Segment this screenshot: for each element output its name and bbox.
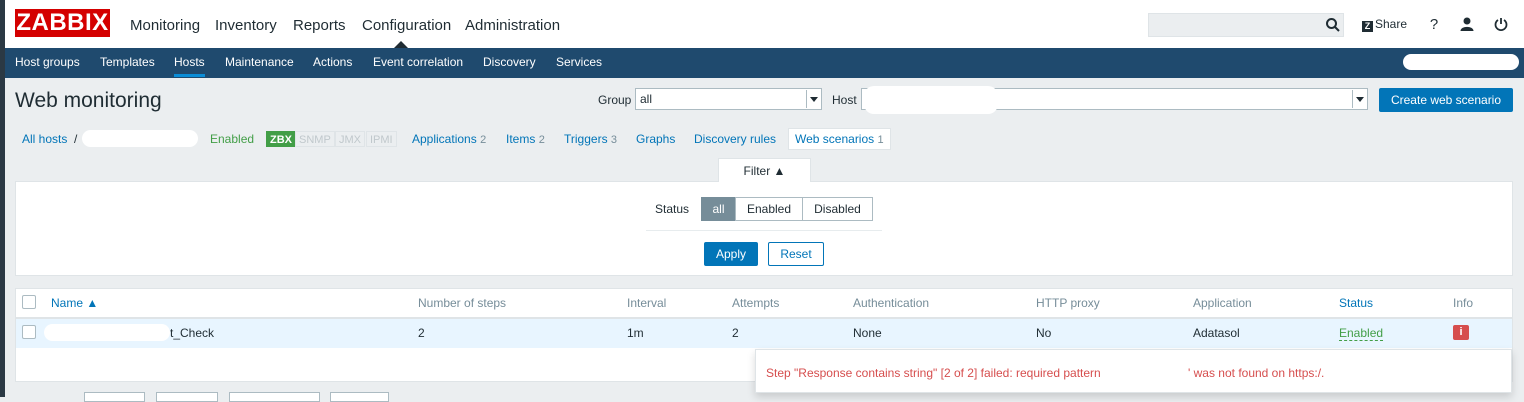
menu-inventory[interactable]: Inventory (215, 17, 277, 34)
scenario-name-link[interactable]: t_Check (170, 326, 214, 340)
select-divider (806, 90, 807, 108)
error-tooltip-text-end: ' was not found on https:/. (1188, 366, 1325, 380)
link-applications[interactable]: Applications 2 (412, 132, 486, 146)
host-label: Host (832, 93, 857, 107)
zabbix-logo[interactable]: ZABBIX (15, 9, 110, 37)
column-header-interval: Interval (627, 296, 667, 310)
submenu-templates[interactable]: Templates (100, 55, 155, 69)
table-row (16, 319, 1512, 348)
status-option-disabled[interactable]: Disabled (802, 197, 873, 221)
cell-steps: 2 (418, 326, 425, 340)
search-icon[interactable] (1325, 17, 1341, 33)
chevron-down-icon (810, 97, 818, 102)
page-title: Web monitoring (15, 89, 162, 112)
breadcrumb-separator: / (74, 132, 78, 146)
share-button[interactable]: Z Share (1362, 17, 1407, 32)
error-tooltip-text: Step "Response contains string" [2 of 2]… (766, 366, 1101, 380)
submenu-hosts[interactable]: Hosts (174, 55, 205, 69)
sub-navigation-bar: Host groups Templates Hosts Maintenance … (5, 48, 1524, 78)
bulk-action-button[interactable] (330, 392, 389, 402)
web-scenarios-label: Web scenarios (795, 132, 875, 146)
column-header-authentication: Authentication (853, 296, 930, 310)
row-checkbox[interactable] (22, 325, 36, 339)
cell-http-proxy: No (1036, 326, 1052, 340)
bulk-action-button[interactable] (229, 392, 320, 402)
help-icon[interactable]: ? (1426, 16, 1442, 33)
chevron-down-icon (1356, 97, 1364, 102)
menu-reports[interactable]: Reports (293, 17, 346, 34)
submenu-host-groups[interactable]: Host groups (15, 55, 80, 69)
select-all-checkbox[interactable] (22, 295, 36, 309)
group-select-value: all (640, 92, 653, 106)
select-divider (1352, 90, 1353, 108)
cell-application: Adatasol (1193, 326, 1240, 340)
redacted-host-name (864, 86, 998, 114)
badge-jmx: JMX (335, 131, 365, 147)
triggers-count: 3 (610, 134, 618, 146)
filter-panel (15, 181, 1513, 276)
submenu-discovery[interactable]: Discovery (483, 55, 536, 69)
badge-zbx: ZBX (266, 131, 296, 147)
status-option-all[interactable]: all (701, 197, 736, 221)
column-header-status[interactable]: Status (1339, 296, 1373, 310)
link-discovery-rules[interactable]: Discovery rules (694, 132, 776, 146)
apply-button[interactable]: Apply (704, 242, 758, 266)
global-search-input[interactable] (1148, 13, 1344, 37)
bulk-action-button[interactable] (156, 392, 218, 402)
cell-authentication: None (853, 326, 882, 340)
submenu-services[interactable]: Services (556, 55, 602, 69)
user-icon[interactable] (1459, 16, 1475, 32)
active-submenu-indicator (174, 74, 205, 77)
column-header-name[interactable]: Name ▲ (51, 296, 98, 310)
triggers-label: Triggers (564, 132, 608, 146)
column-header-info: Info (1453, 296, 1474, 310)
tab-web-scenarios[interactable]: Web scenarios 1 (788, 128, 891, 150)
breadcrumb-all-hosts[interactable]: All hosts (22, 132, 67, 146)
filter-divider (646, 230, 882, 231)
link-items[interactable]: Items 2 (506, 132, 545, 146)
web-scenarios-count: 1 (877, 134, 884, 146)
redacted-scenario-name (44, 324, 170, 341)
submenu-maintenance[interactable]: Maintenance (225, 55, 294, 69)
submenu-event-correlation[interactable]: Event correlation (373, 55, 463, 69)
cell-status-enabled[interactable]: Enabled (1339, 326, 1384, 341)
filter-status-label: Status (655, 202, 690, 216)
share-logo-icon: Z (1362, 21, 1373, 32)
host-status-enabled[interactable]: Enabled (210, 132, 254, 146)
group-select[interactable]: all (635, 88, 822, 110)
active-menu-indicator (394, 41, 408, 48)
link-graphs[interactable]: Graphs (636, 132, 675, 146)
submenu-search-input[interactable] (1403, 54, 1519, 70)
group-label: Group (598, 93, 632, 107)
redacted-host-breadcrumb (82, 130, 198, 147)
power-icon[interactable] (1493, 16, 1509, 32)
column-header-steps: Number of steps (418, 296, 507, 310)
column-header-attempts: Attempts (732, 296, 780, 310)
create-web-scenario-button[interactable]: Create web scenario (1379, 88, 1513, 112)
menu-monitoring[interactable]: Monitoring (130, 17, 200, 34)
column-header-application: Application (1193, 296, 1252, 310)
items-label: Items (506, 132, 536, 146)
status-option-enabled[interactable]: Enabled (735, 197, 803, 221)
bulk-action-button[interactable] (84, 392, 145, 402)
items-count: 2 (538, 134, 545, 146)
share-label: Share (1375, 17, 1408, 31)
filter-toggle-tab[interactable]: Filter ▲ (718, 158, 811, 182)
link-triggers[interactable]: Triggers 3 (564, 132, 617, 146)
menu-configuration[interactable]: Configuration (362, 17, 451, 34)
info-icon[interactable]: i (1453, 325, 1469, 340)
column-header-http-proxy: HTTP proxy (1036, 296, 1100, 310)
submenu-actions[interactable]: Actions (313, 55, 352, 69)
badge-ipmi: IPMI (366, 131, 397, 147)
cell-attempts: 2 (732, 326, 739, 340)
applications-count: 2 (480, 134, 487, 146)
badge-snmp: SNMP (295, 131, 335, 147)
menu-administration[interactable]: Administration (465, 17, 560, 34)
applications-label: Applications (412, 132, 477, 146)
reset-button[interactable]: Reset (768, 242, 824, 266)
cell-interval: 1m (627, 326, 644, 340)
